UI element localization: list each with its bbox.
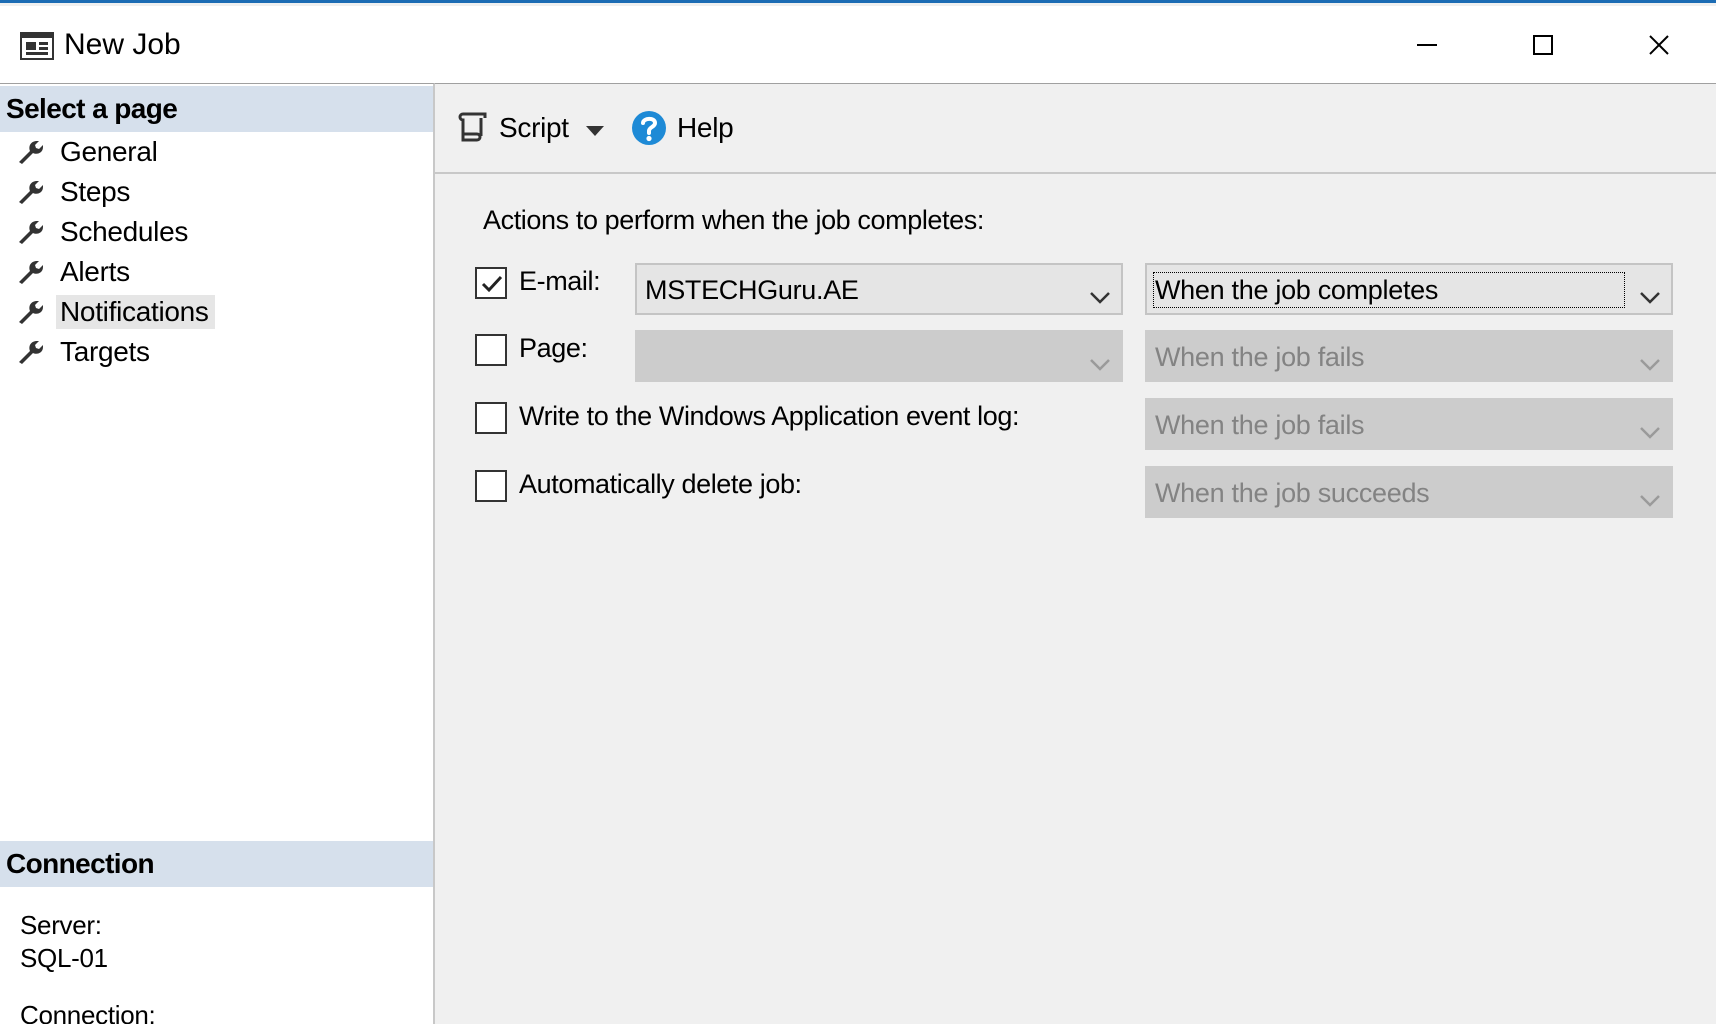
wrench-icon xyxy=(16,339,44,365)
chevron-down-icon xyxy=(1639,281,1661,312)
title-bar: New Job xyxy=(0,6,1716,83)
page-label: Page: xyxy=(519,333,588,363)
wrench-icon xyxy=(16,219,44,245)
page-condition-select[interactable]: When the job fails xyxy=(1145,330,1673,382)
eventlog-label: Write to the Windows Application event l… xyxy=(519,401,1020,431)
page-condition-value: When the job fails xyxy=(1155,342,1365,372)
sidebar-item-label: Alerts xyxy=(60,256,130,287)
sidebar-item-label: General xyxy=(60,136,158,167)
script-dropdown-button[interactable] xyxy=(585,106,605,150)
sidebar-item-label: Notifications xyxy=(56,295,215,329)
delete-job-label: Automatically delete job: xyxy=(519,469,802,499)
help-label: Help xyxy=(677,112,734,143)
maximize-button[interactable] xyxy=(1486,9,1600,81)
wrench-icon xyxy=(16,139,44,165)
wrench-icon xyxy=(16,299,44,325)
wrench-icon xyxy=(16,259,44,285)
sidebar-item-alerts[interactable]: Alerts xyxy=(0,252,433,292)
delete-job-checkbox[interactable] xyxy=(475,470,507,502)
page-operator-select[interactable] xyxy=(635,330,1123,382)
email-operator-value: MSTECHGuru.AE xyxy=(645,275,859,305)
window-title: New Job xyxy=(64,28,181,61)
chevron-down-icon xyxy=(1089,348,1111,379)
chevron-down-icon xyxy=(1639,484,1661,515)
connection-header: Connection xyxy=(0,841,433,887)
delete-condition-select[interactable]: When the job succeeds xyxy=(1145,466,1673,518)
page-list: General Steps Schedules Alerts Notificat… xyxy=(0,132,433,372)
connection-label: Connection: xyxy=(20,1000,156,1024)
toolbar: Script Help xyxy=(435,84,1716,174)
window-icon xyxy=(20,32,54,60)
sidebar-item-steps[interactable]: Steps xyxy=(0,172,433,212)
sidebar-item-label: Schedules xyxy=(60,216,189,247)
page-checkbox[interactable] xyxy=(475,334,507,366)
script-button[interactable]: Script xyxy=(455,106,569,150)
script-label: Script xyxy=(499,112,569,143)
server-value: SQL-01 xyxy=(20,943,108,973)
email-label: E-mail: xyxy=(519,266,601,296)
sidebar-item-label: Targets xyxy=(60,336,150,367)
wrench-icon xyxy=(16,179,44,205)
script-icon xyxy=(455,110,489,146)
actions-label: Actions to perform when the job complete… xyxy=(483,205,984,235)
email-condition-select[interactable]: When the job completes xyxy=(1145,263,1673,315)
select-page-header: Select a page xyxy=(0,86,433,132)
eventlog-checkbox[interactable] xyxy=(475,402,507,434)
sidebar-item-label: Steps xyxy=(60,176,131,207)
close-icon xyxy=(1648,34,1670,56)
minimize-icon xyxy=(1416,34,1438,56)
close-button[interactable] xyxy=(1602,9,1716,81)
sidebar-item-schedules[interactable]: Schedules xyxy=(0,212,433,252)
chevron-down-icon xyxy=(1639,348,1661,379)
dialog-window: New Job Select a page General Steps Sche… xyxy=(0,0,1716,1024)
notifications-panel: Script Help Actions to perform when the … xyxy=(435,83,1716,1024)
sidebar-item-notifications[interactable]: Notifications xyxy=(0,292,433,332)
chevron-down-icon xyxy=(1089,281,1111,312)
eventlog-condition-select[interactable]: When the job fails xyxy=(1145,398,1673,450)
email-operator-select[interactable]: MSTECHGuru.AE xyxy=(635,263,1123,315)
sidebar-item-general[interactable]: General xyxy=(0,132,433,172)
server-label: Server: xyxy=(20,910,102,940)
chevron-down-icon xyxy=(1639,416,1661,447)
email-checkbox[interactable] xyxy=(475,267,507,299)
connection-info: Server: SQL-01 Connection: xyxy=(20,909,156,1024)
minimize-button[interactable] xyxy=(1370,9,1484,81)
delete-condition-value: When the job succeeds xyxy=(1155,478,1430,508)
email-condition-value: When the job completes xyxy=(1155,275,1439,305)
maximize-icon xyxy=(1532,34,1554,56)
sidebar-item-targets[interactable]: Targets xyxy=(0,332,433,372)
page-selector-panel: Select a page General Steps Schedules Al… xyxy=(0,83,435,1024)
help-icon xyxy=(631,110,667,146)
dropdown-arrow-icon xyxy=(585,112,605,144)
eventlog-condition-value: When the job fails xyxy=(1155,410,1365,440)
help-button[interactable]: Help xyxy=(631,106,734,150)
